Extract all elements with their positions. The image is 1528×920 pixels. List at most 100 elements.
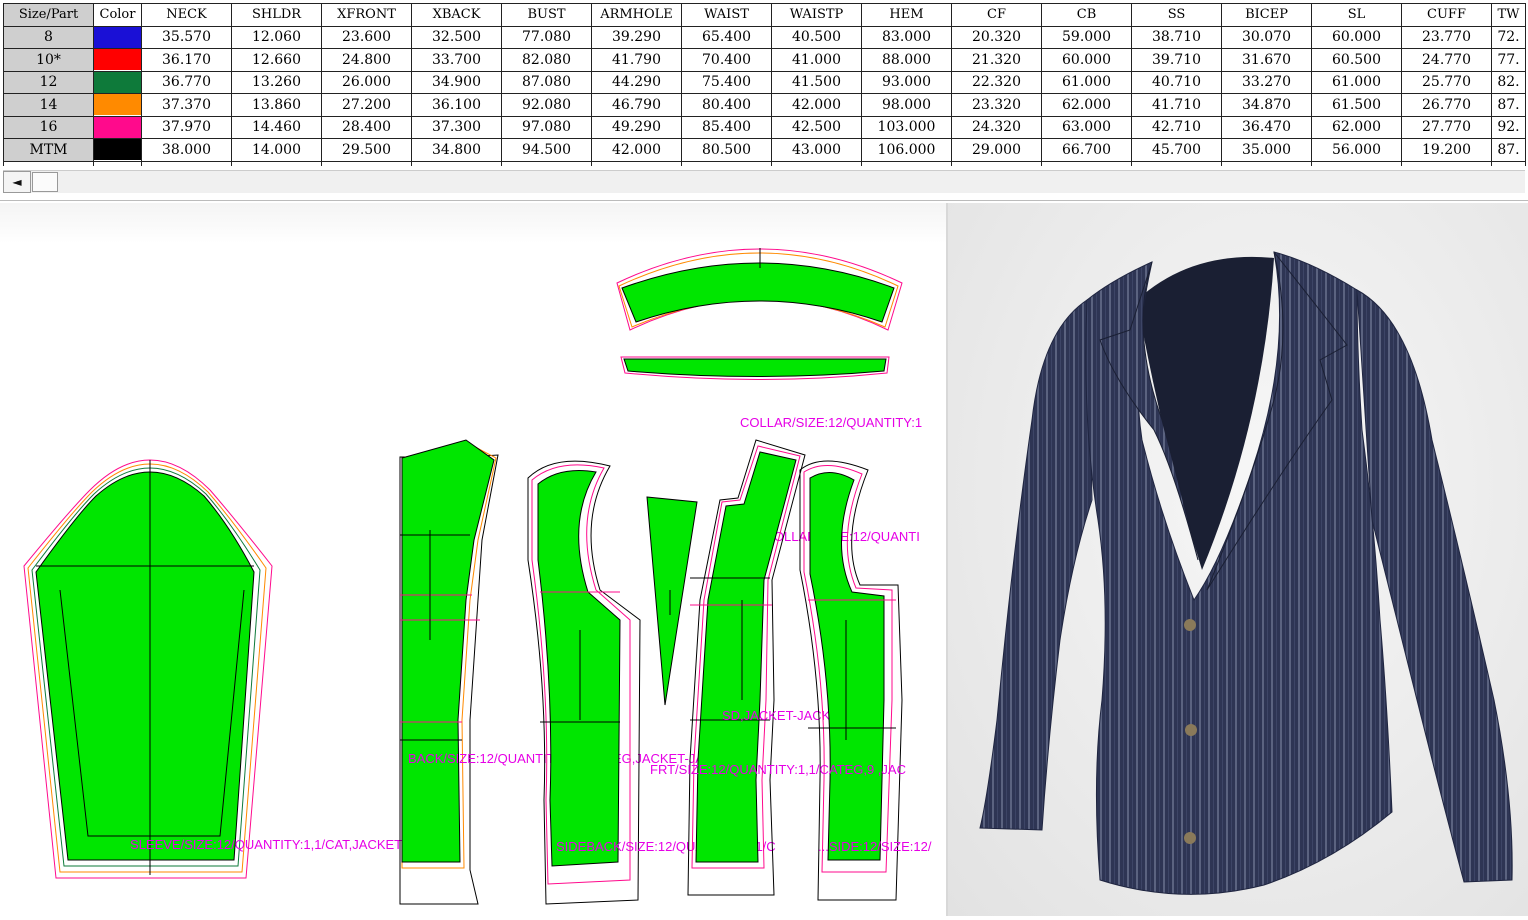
column-header[interactable]: BUST <box>501 3 592 27</box>
column-header[interactable]: WAISTP <box>771 3 862 27</box>
measurement-cell[interactable]: 32.500 <box>411 25 502 49</box>
scroll-left-icon[interactable]: ◄ <box>3 171 31 193</box>
measurement-cell[interactable]: 25.770 <box>1401 70 1492 94</box>
measurement-cell[interactable]: 56.000 <box>1311 138 1402 162</box>
color-swatch[interactable] <box>93 25 142 49</box>
column-header[interactable]: Size/Part <box>3 3 94 27</box>
measurement-cell[interactable]: 35.000 <box>1221 138 1312 162</box>
table-row[interactable]: 14 37.370 13.860 27.200 36.100 92.080 46.790 80… <box>3 93 1526 117</box>
front-piece[interactable] <box>799 460 903 901</box>
measurement-cell[interactable]: 29.000 <box>951 138 1042 162</box>
dart-piece[interactable] <box>646 496 698 706</box>
sideback-piece[interactable] <box>527 460 641 905</box>
column-header[interactable]: WAIST <box>681 3 772 27</box>
measurement-cell[interactable]: 82.080 <box>501 48 592 72</box>
measurement-cell[interactable]: 23.600 <box>321 25 412 49</box>
measurement-cell[interactable]: 42.000 <box>591 138 682 162</box>
size-label[interactable]: 10* <box>3 48 94 72</box>
measurement-cell[interactable]: 28.400 <box>321 115 412 139</box>
measurement-cell[interactable]: 66.700 <box>1041 138 1132 162</box>
measurement-cell[interactable]: 92.080 <box>501 93 592 117</box>
size-label[interactable]: 14 <box>3 93 94 117</box>
color-swatch[interactable] <box>93 115 142 139</box>
3d-garment-preview[interactable] <box>946 203 1528 916</box>
column-header[interactable]: ARMHOLE <box>591 3 682 27</box>
measurement-cell[interactable]: 61.500 <box>1311 93 1402 117</box>
measurement-cell[interactable]: 41.500 <box>771 70 862 94</box>
color-swatch[interactable] <box>93 93 142 117</box>
color-swatch[interactable] <box>93 70 142 94</box>
table-row[interactable]: MTM 38.000 14.000 29.500 34.800 94.500 42.000 8… <box>3 138 1526 162</box>
table-row[interactable]: 8 35.570 12.060 23.600 32.500 77.080 39.290 65.… <box>3 25 1526 49</box>
measurement-cell[interactable]: 12.060 <box>231 25 322 49</box>
measurement-cell[interactable]: 38.710 <box>1131 25 1222 49</box>
measurement-cell[interactable]: 13.860 <box>231 93 322 117</box>
column-header[interactable]: TW <box>1491 3 1526 27</box>
measurement-cell[interactable]: 65.400 <box>681 25 772 49</box>
measurement-cell[interactable]: 40.500 <box>771 25 862 49</box>
color-swatch[interactable] <box>93 48 142 72</box>
column-header[interactable]: CF <box>951 3 1042 27</box>
measurement-cell[interactable]: 39.710 <box>1131 48 1222 72</box>
horizontal-scrollbar[interactable]: ◄ <box>3 170 1525 193</box>
measurement-cell[interactable]: 82. <box>1491 70 1526 94</box>
measurement-cell[interactable]: 41.790 <box>591 48 682 72</box>
measurement-cell[interactable]: 39.290 <box>591 25 682 49</box>
measurement-cell[interactable]: 70.400 <box>681 48 772 72</box>
measurement-cell[interactable]: 26.770 <box>1401 93 1492 117</box>
measurement-cell[interactable]: 24.800 <box>321 48 412 72</box>
column-header[interactable]: BICEP <box>1221 3 1312 27</box>
measurement-cell[interactable]: 37.300 <box>411 115 502 139</box>
measurement-cell[interactable]: 41.000 <box>771 48 862 72</box>
measurement-cell[interactable]: 42.500 <box>771 115 862 139</box>
measurement-cell[interactable]: 46.790 <box>591 93 682 117</box>
measurement-cell[interactable]: 33.700 <box>411 48 502 72</box>
measurement-cell[interactable]: 29.500 <box>321 138 412 162</box>
size-label[interactable]: 16 <box>3 115 94 139</box>
measurement-cell[interactable]: 94.500 <box>501 138 592 162</box>
column-header[interactable]: NECK <box>141 3 232 27</box>
measurement-cell[interactable]: 80.400 <box>681 93 772 117</box>
column-header[interactable]: SS <box>1131 3 1222 27</box>
measurement-cell[interactable]: 34.870 <box>1221 93 1312 117</box>
sleeve-piece[interactable] <box>23 459 273 879</box>
table-row[interactable]: 16 37.970 14.460 28.400 37.300 97.080 49.290 85… <box>3 115 1526 139</box>
measurement-cell[interactable]: 38.000 <box>141 138 232 162</box>
measurement-cell[interactable]: 106.000 <box>861 138 952 162</box>
color-swatch[interactable] <box>93 138 142 162</box>
measurement-cell[interactable]: 75.400 <box>681 70 772 94</box>
measurement-cell[interactable]: 34.800 <box>411 138 502 162</box>
column-header[interactable]: XBACK <box>411 3 502 27</box>
measurement-cell[interactable]: 12.660 <box>231 48 322 72</box>
measurement-cell[interactable]: 87. <box>1491 138 1526 162</box>
measurement-cell[interactable]: 60.500 <box>1311 48 1402 72</box>
measurement-cell[interactable]: 87.080 <box>501 70 592 94</box>
measurement-cell[interactable]: 34.900 <box>411 70 502 94</box>
measurement-cell[interactable]: 61.000 <box>1041 70 1132 94</box>
measurement-cell[interactable]: 77. <box>1491 48 1526 72</box>
measurement-cell[interactable]: 41.710 <box>1131 93 1222 117</box>
side-piece[interactable] <box>687 439 806 896</box>
measurement-cell[interactable]: 98.000 <box>861 93 952 117</box>
measurement-cell[interactable]: 60.000 <box>1311 25 1402 49</box>
measurement-cell[interactable]: 45.700 <box>1131 138 1222 162</box>
back-piece[interactable] <box>399 439 499 905</box>
column-header[interactable]: SHLDR <box>231 3 322 27</box>
measurement-cell[interactable]: 23.770 <box>1401 25 1492 49</box>
measurement-cell[interactable]: 77.080 <box>501 25 592 49</box>
size-label[interactable]: MTM <box>3 138 94 162</box>
measurement-cell[interactable]: 36.170 <box>141 48 232 72</box>
measurement-cell[interactable]: 62.000 <box>1041 93 1132 117</box>
measurement-cell[interactable]: 23.320 <box>951 93 1042 117</box>
measurement-cell[interactable]: 42.710 <box>1131 115 1222 139</box>
measurement-cell[interactable]: 33.270 <box>1221 70 1312 94</box>
table-row[interactable]: 12 36.770 13.260 26.000 34.900 87.080 44.290 75… <box>3 70 1526 94</box>
measurement-cell[interactable]: 14.460 <box>231 115 322 139</box>
measurement-cell[interactable]: 92. <box>1491 115 1526 139</box>
measurement-cell[interactable]: 49.290 <box>591 115 682 139</box>
measurement-cell[interactable]: 61.000 <box>1311 70 1402 94</box>
measurement-cell[interactable]: 27.770 <box>1401 115 1492 139</box>
measurement-cell[interactable]: 60.000 <box>1041 48 1132 72</box>
table-row[interactable]: 10* 36.170 12.660 24.800 33.700 82.080 41.790 7… <box>3 48 1526 72</box>
measurement-cell[interactable]: 20.320 <box>951 25 1042 49</box>
